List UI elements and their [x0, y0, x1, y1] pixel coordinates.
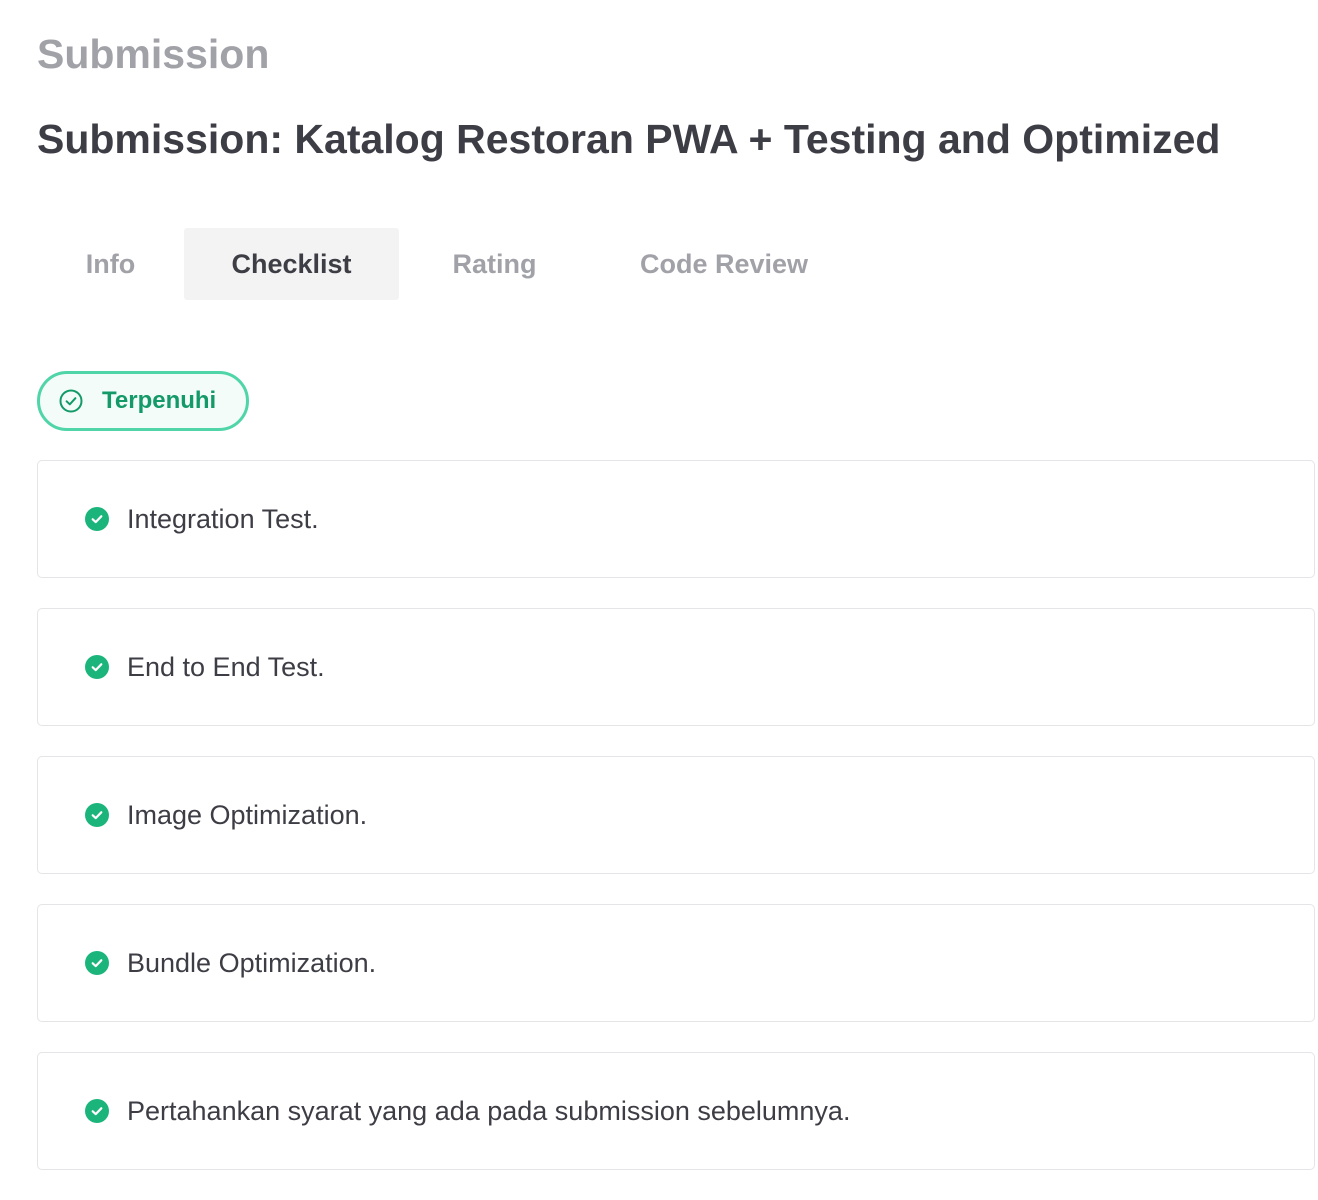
status-badge: Terpenuhi [37, 371, 249, 431]
tab-bar: Info Checklist Rating Code Review [37, 228, 858, 300]
check-circle-filled-icon [84, 506, 110, 532]
check-circle-outline-icon [58, 388, 84, 414]
checklist-item-label: Integration Test. [127, 503, 319, 534]
check-circle-filled-icon [84, 950, 110, 976]
checklist-item-label: Bundle Optimization. [127, 947, 377, 978]
tab-checklist[interactable]: Checklist [184, 228, 399, 300]
tab-code-review[interactable]: Code Review [590, 228, 858, 300]
tab-rating[interactable]: Rating [399, 228, 590, 300]
section-title: Submission [37, 31, 270, 77]
checklist-item: Pertahankan syarat yang ada pada submiss… [37, 1052, 1315, 1170]
checklist-item: Bundle Optimization. [37, 904, 1315, 1022]
tab-info[interactable]: Info [37, 228, 184, 300]
checklist-item-label: Image Optimization. [127, 799, 368, 830]
check-circle-filled-icon [84, 654, 110, 680]
checklist: Integration Test. End to End Test. Image… [37, 460, 1315, 1200]
checklist-item-label: Pertahankan syarat yang ada pada submiss… [127, 1095, 851, 1126]
checklist-item: Image Optimization. [37, 756, 1315, 874]
checklist-item-label: End to End Test. [127, 651, 325, 682]
status-label: Terpenuhi [102, 387, 217, 414]
check-circle-filled-icon [84, 802, 110, 828]
checklist-item: End to End Test. [37, 608, 1315, 726]
checklist-item: Integration Test. [37, 460, 1315, 578]
check-circle-filled-icon [84, 1098, 110, 1124]
page-title: Submission: Katalog Restoran PWA + Testi… [37, 116, 1221, 162]
